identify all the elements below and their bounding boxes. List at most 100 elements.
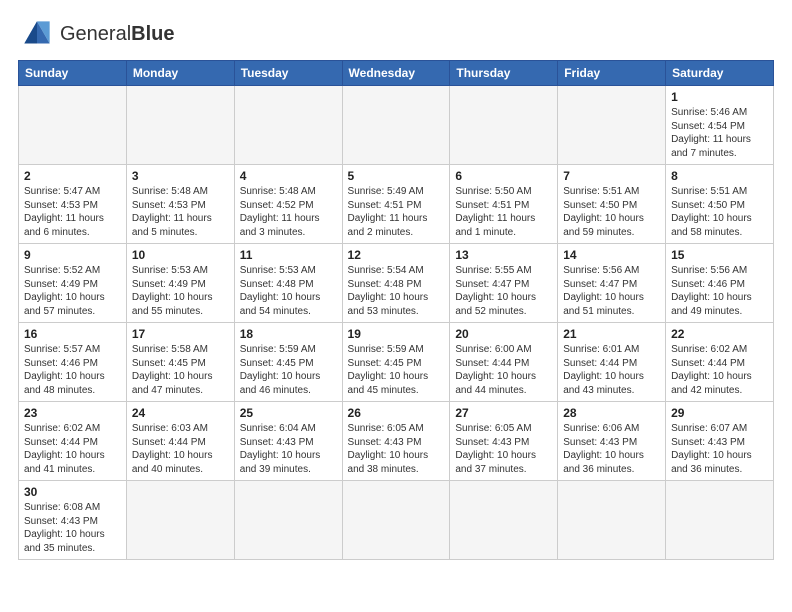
calendar-cell: 12 Sunrise: 5:54 AM Sunset: 4:48 PM Dayli… — [342, 244, 450, 323]
calendar-cell — [666, 481, 774, 560]
calendar-cell: 9 Sunrise: 5:52 AM Sunset: 4:49 PM Daylig… — [19, 244, 127, 323]
page: GeneralBlue SundayMondayTuesdayWednesday… — [0, 0, 792, 570]
day-info: Sunrise: 5:54 AM Sunset: 4:48 PM Dayligh… — [348, 264, 445, 318]
day-number: 29 — [671, 406, 768, 420]
day-number: 7 — [563, 169, 660, 183]
day-info: Sunrise: 5:47 AM Sunset: 4:53 PM Dayligh… — [24, 185, 121, 239]
weekday-header-monday: Monday — [126, 61, 234, 86]
weekday-header-tuesday: Tuesday — [234, 61, 342, 86]
day-number: 3 — [132, 169, 229, 183]
day-number: 20 — [455, 327, 552, 341]
day-number: 23 — [24, 406, 121, 420]
calendar-cell — [126, 481, 234, 560]
day-info: Sunrise: 5:48 AM Sunset: 4:52 PM Dayligh… — [240, 185, 337, 239]
day-info: Sunrise: 5:49 AM Sunset: 4:51 PM Dayligh… — [348, 185, 445, 239]
day-number: 22 — [671, 327, 768, 341]
logo-icon — [18, 18, 56, 50]
calendar-cell: 30Sunrise: 6:08 AM Sunset: 4:43 PM Dayli… — [19, 481, 127, 560]
day-number: 10 — [132, 248, 229, 262]
day-info: Sunrise: 6:01 AM Sunset: 4:44 PM Dayligh… — [563, 343, 660, 397]
day-info: Sunrise: 5:51 AM Sunset: 4:50 PM Dayligh… — [671, 185, 768, 239]
day-info: Sunrise: 5:52 AM Sunset: 4:49 PM Dayligh… — [24, 264, 121, 318]
calendar-cell: 4 Sunrise: 5:48 AM Sunset: 4:52 PM Daylig… — [234, 165, 342, 244]
day-info: Sunrise: 5:57 AM Sunset: 4:46 PM Dayligh… — [24, 343, 121, 397]
day-number: 2 — [24, 169, 121, 183]
day-info: Sunrise: 5:48 AM Sunset: 4:53 PM Dayligh… — [132, 185, 229, 239]
day-number: 26 — [348, 406, 445, 420]
day-number: 14 — [563, 248, 660, 262]
calendar-cell: 2 Sunrise: 5:47 AM Sunset: 4:53 PM Daylig… — [19, 165, 127, 244]
day-number: 1 — [671, 90, 768, 104]
day-info: Sunrise: 6:02 AM Sunset: 4:44 PM Dayligh… — [24, 422, 121, 476]
calendar-cell — [126, 86, 234, 165]
calendar-week-row: 23 Sunrise: 6:02 AM Sunset: 4:44 PM Dayli… — [19, 402, 774, 481]
calendar-cell: 19Sunrise: 5:59 AM Sunset: 4:45 PM Dayli… — [342, 323, 450, 402]
day-number: 28 — [563, 406, 660, 420]
day-info: Sunrise: 5:53 AM Sunset: 4:49 PM Dayligh… — [132, 264, 229, 318]
calendar-cell: 5Sunrise: 5:49 AM Sunset: 4:51 PM Daylig… — [342, 165, 450, 244]
calendar-cell: 6 Sunrise: 5:50 AM Sunset: 4:51 PM Daylig… — [450, 165, 558, 244]
day-number: 16 — [24, 327, 121, 341]
logo: GeneralBlue — [18, 18, 175, 50]
calendar-week-row: 2 Sunrise: 5:47 AM Sunset: 4:53 PM Daylig… — [19, 165, 774, 244]
calendar-cell: 27 Sunrise: 6:05 AM Sunset: 4:43 PM Dayli… — [450, 402, 558, 481]
weekday-header-thursday: Thursday — [450, 61, 558, 86]
calendar-cell — [558, 481, 666, 560]
day-info: Sunrise: 5:50 AM Sunset: 4:51 PM Dayligh… — [455, 185, 552, 239]
day-number: 6 — [455, 169, 552, 183]
day-number: 13 — [455, 248, 552, 262]
calendar-table: SundayMondayTuesdayWednesdayThursdayFrid… — [18, 60, 774, 560]
day-info: Sunrise: 5:46 AM Sunset: 4:54 PM Dayligh… — [671, 106, 768, 160]
weekday-header-saturday: Saturday — [666, 61, 774, 86]
calendar-cell: 28 Sunrise: 6:06 AM Sunset: 4:43 PM Dayli… — [558, 402, 666, 481]
calendar-cell: 23 Sunrise: 6:02 AM Sunset: 4:44 PM Dayli… — [19, 402, 127, 481]
calendar-cell: 8Sunrise: 5:51 AM Sunset: 4:50 PM Daylig… — [666, 165, 774, 244]
calendar-cell — [234, 481, 342, 560]
calendar-week-row: 16 Sunrise: 5:57 AM Sunset: 4:46 PM Dayli… — [19, 323, 774, 402]
day-number: 9 — [24, 248, 121, 262]
day-info: Sunrise: 6:03 AM Sunset: 4:44 PM Dayligh… — [132, 422, 229, 476]
day-info: Sunrise: 6:02 AM Sunset: 4:44 PM Dayligh… — [671, 343, 768, 397]
calendar-cell — [342, 481, 450, 560]
day-info: Sunrise: 5:53 AM Sunset: 4:48 PM Dayligh… — [240, 264, 337, 318]
day-number: 30 — [24, 485, 121, 499]
calendar-cell — [19, 86, 127, 165]
weekday-header-row: SundayMondayTuesdayWednesdayThursdayFrid… — [19, 61, 774, 86]
logo-text: GeneralBlue — [60, 23, 175, 46]
day-info: Sunrise: 6:07 AM Sunset: 4:43 PM Dayligh… — [671, 422, 768, 476]
calendar-cell: 26 Sunrise: 6:05 AM Sunset: 4:43 PM Dayli… — [342, 402, 450, 481]
day-info: Sunrise: 5:55 AM Sunset: 4:47 PM Dayligh… — [455, 264, 552, 318]
calendar-cell: 17 Sunrise: 5:58 AM Sunset: 4:45 PM Dayli… — [126, 323, 234, 402]
day-number: 15 — [671, 248, 768, 262]
calendar-cell: 18 Sunrise: 5:59 AM Sunset: 4:45 PM Dayli… — [234, 323, 342, 402]
day-number: 25 — [240, 406, 337, 420]
calendar-cell: 13 Sunrise: 5:55 AM Sunset: 4:47 PM Dayli… — [450, 244, 558, 323]
day-info: Sunrise: 5:58 AM Sunset: 4:45 PM Dayligh… — [132, 343, 229, 397]
calendar-cell: 22 Sunrise: 6:02 AM Sunset: 4:44 PM Dayli… — [666, 323, 774, 402]
day-number: 17 — [132, 327, 229, 341]
calendar-cell — [234, 86, 342, 165]
day-info: Sunrise: 6:06 AM Sunset: 4:43 PM Dayligh… — [563, 422, 660, 476]
day-number: 18 — [240, 327, 337, 341]
day-number: 12 — [348, 248, 445, 262]
day-info: Sunrise: 5:56 AM Sunset: 4:47 PM Dayligh… — [563, 264, 660, 318]
calendar-cell: 10 Sunrise: 5:53 AM Sunset: 4:49 PM Dayli… — [126, 244, 234, 323]
calendar-cell: 1 Sunrise: 5:46 AM Sunset: 4:54 PM Daylig… — [666, 86, 774, 165]
day-info: Sunrise: 5:59 AM Sunset: 4:45 PM Dayligh… — [240, 343, 337, 397]
weekday-header-friday: Friday — [558, 61, 666, 86]
header: GeneralBlue — [18, 18, 774, 50]
calendar-cell — [450, 481, 558, 560]
calendar-cell: 24Sunrise: 6:03 AM Sunset: 4:44 PM Dayli… — [126, 402, 234, 481]
day-info: Sunrise: 6:05 AM Sunset: 4:43 PM Dayligh… — [348, 422, 445, 476]
day-number: 27 — [455, 406, 552, 420]
calendar-cell — [558, 86, 666, 165]
weekday-header-sunday: Sunday — [19, 61, 127, 86]
day-number: 4 — [240, 169, 337, 183]
day-info: Sunrise: 5:59 AM Sunset: 4:45 PM Dayligh… — [348, 343, 445, 397]
calendar-cell: 15 Sunrise: 5:56 AM Sunset: 4:46 PM Dayli… — [666, 244, 774, 323]
day-info: Sunrise: 5:56 AM Sunset: 4:46 PM Dayligh… — [671, 264, 768, 318]
day-info: Sunrise: 6:00 AM Sunset: 4:44 PM Dayligh… — [455, 343, 552, 397]
day-info: Sunrise: 6:05 AM Sunset: 4:43 PM Dayligh… — [455, 422, 552, 476]
day-number: 11 — [240, 248, 337, 262]
calendar-cell: 21Sunrise: 6:01 AM Sunset: 4:44 PM Dayli… — [558, 323, 666, 402]
